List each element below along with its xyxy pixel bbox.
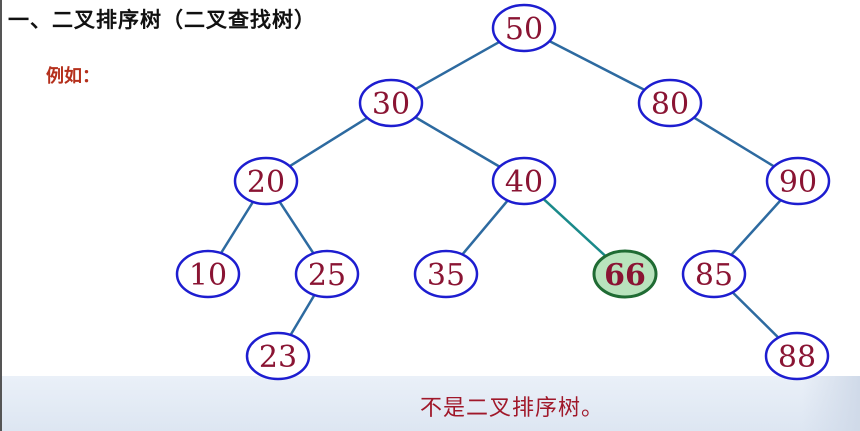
tree-node-88: 88 bbox=[764, 331, 830, 381]
tree-edge-85-88 bbox=[731, 291, 780, 339]
slide: 一、二叉排序树（二叉查找树） 例如： 50 30 80 20 40 90 10 25 35 66 8… bbox=[0, 0, 860, 431]
tree-node-35: 35 bbox=[413, 249, 479, 299]
tree-node-label: 40 bbox=[505, 165, 543, 200]
tree-edge-30-40 bbox=[414, 116, 501, 168]
tree-diagram: 50 30 80 20 40 90 10 25 35 66 85 23 88 bbox=[175, 3, 831, 381]
tree-edge-30-20 bbox=[289, 116, 368, 168]
tree-node-85: 85 bbox=[681, 249, 747, 299]
tree-node-label: 66 bbox=[604, 258, 646, 293]
tree-edge-20-25 bbox=[278, 200, 315, 255]
tree-node-25: 25 bbox=[294, 249, 360, 299]
tree-node-50: 50 bbox=[491, 3, 557, 53]
tree-node-label: 25 bbox=[308, 258, 346, 293]
tree-node-80: 80 bbox=[637, 78, 703, 128]
tree-node-label: 10 bbox=[189, 258, 227, 293]
tree-node-30: 30 bbox=[358, 78, 424, 128]
tree-edge-90-85 bbox=[730, 199, 782, 256]
tree-node-label: 90 bbox=[779, 165, 817, 200]
tree-node-66: 66 bbox=[592, 249, 658, 299]
tree-edge-20-10 bbox=[219, 201, 255, 254]
tree-edge-25-23 bbox=[289, 294, 316, 336]
tree-node-90: 90 bbox=[765, 156, 831, 206]
tree-edge-50-80 bbox=[548, 39, 646, 92]
tree-node-label: 80 bbox=[651, 87, 689, 122]
tree-node-label: 23 bbox=[259, 340, 297, 375]
tree-node-label: 20 bbox=[247, 165, 285, 200]
tree-node-10: 10 bbox=[175, 249, 241, 299]
tree-node-label: 35 bbox=[427, 258, 465, 293]
tree-edge-40-66 bbox=[542, 197, 607, 258]
tree-edge-50-30 bbox=[415, 40, 500, 91]
caption: 不是二叉排序树。 bbox=[420, 396, 605, 421]
tree-node-23: 23 bbox=[245, 331, 311, 381]
tree-node-label: 88 bbox=[778, 340, 816, 375]
tree-node-label: 50 bbox=[505, 12, 543, 47]
tree-node-40: 40 bbox=[491, 156, 557, 206]
tree-edge-40-35 bbox=[461, 199, 509, 256]
tree-node-label: 85 bbox=[695, 258, 733, 293]
tree-node-label: 30 bbox=[372, 87, 410, 122]
tree-edge-80-90 bbox=[693, 116, 775, 168]
tree-node-20: 20 bbox=[233, 156, 299, 206]
nodes-layer: 50 30 80 20 40 90 10 25 35 66 85 23 88 bbox=[175, 3, 831, 381]
